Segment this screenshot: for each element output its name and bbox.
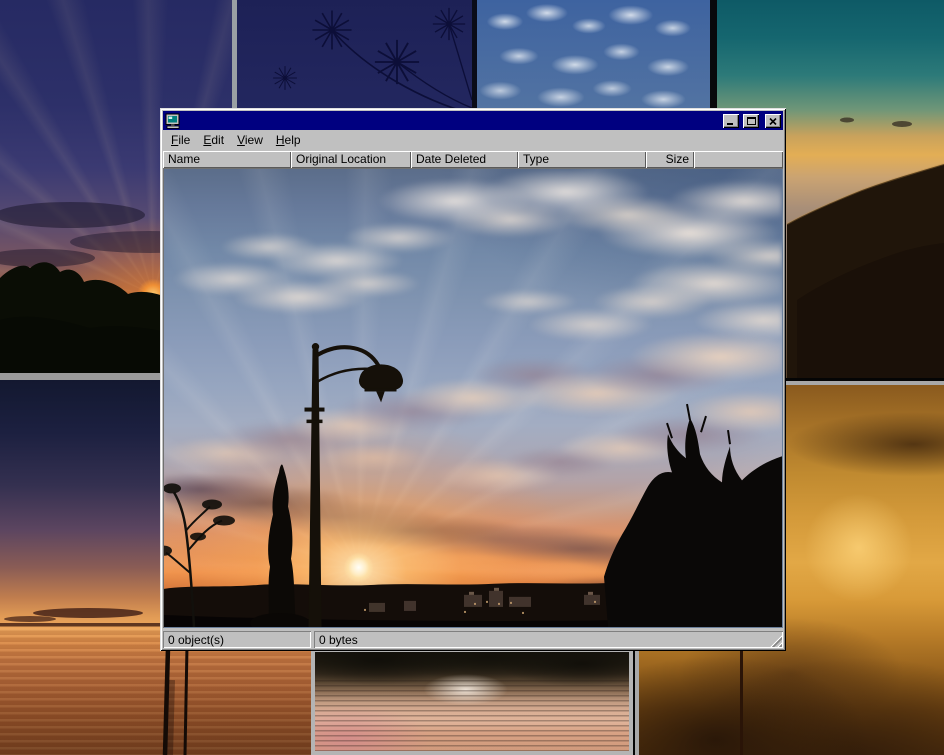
status-size-text: 0 bytes <box>319 633 358 647</box>
menu-item-view[interactable]: View <box>231 131 270 150</box>
photo-silhouettes <box>164 169 782 627</box>
photo-cypress-tree <box>268 464 296 627</box>
bg-h-pole-silhouette <box>740 650 743 755</box>
column-header-size[interactable]: Size <box>646 151 694 168</box>
bg-photo-water-reflections <box>311 648 633 755</box>
photo-gap <box>472 0 477 108</box>
statusbar: 0 object(s) 0 bytes <box>163 628 783 648</box>
menubar: File Edit View Help <box>163 130 783 151</box>
computer-icon <box>165 113 181 129</box>
recycle-bin-window: File Edit View Help Name Original Locati… <box>160 108 786 651</box>
status-size: 0 bytes <box>314 631 783 648</box>
menu-item-file[interactable]: File <box>165 131 197 150</box>
desktop: File Edit View Help Name Original Locati… <box>0 0 944 755</box>
maximize-button[interactable] <box>743 114 759 128</box>
maximize-icon <box>747 117 756 125</box>
column-headers: Name Original Location Date Deleted Type… <box>163 151 783 168</box>
listview-background-photo <box>164 169 782 627</box>
column-header-original-location[interactable]: Original Location <box>291 151 411 168</box>
column-header-date-deleted[interactable]: Date Deleted <box>411 151 518 168</box>
bg-photo-cloud-flecks <box>477 0 710 108</box>
minimize-button[interactable] <box>723 114 739 128</box>
menu-item-help[interactable]: Help <box>270 131 308 150</box>
resize-grip[interactable] <box>769 634 782 647</box>
file-list-area[interactable] <box>163 168 783 628</box>
photo-right-trees <box>604 418 782 627</box>
menu-item-edit[interactable]: Edit <box>197 131 231 150</box>
window-titlebar[interactable] <box>163 111 783 130</box>
photo-gap <box>232 0 237 108</box>
photo-gap <box>710 0 717 108</box>
close-button[interactable] <box>765 114 781 128</box>
bg-f-ripples <box>315 680 629 751</box>
column-header-blank[interactable] <box>694 151 783 168</box>
column-header-type[interactable]: Type <box>518 151 646 168</box>
close-icon <box>769 118 777 125</box>
status-object-count: 0 object(s) <box>163 631 311 648</box>
column-header-name[interactable]: Name <box>163 151 291 168</box>
minimize-icon <box>727 118 735 125</box>
